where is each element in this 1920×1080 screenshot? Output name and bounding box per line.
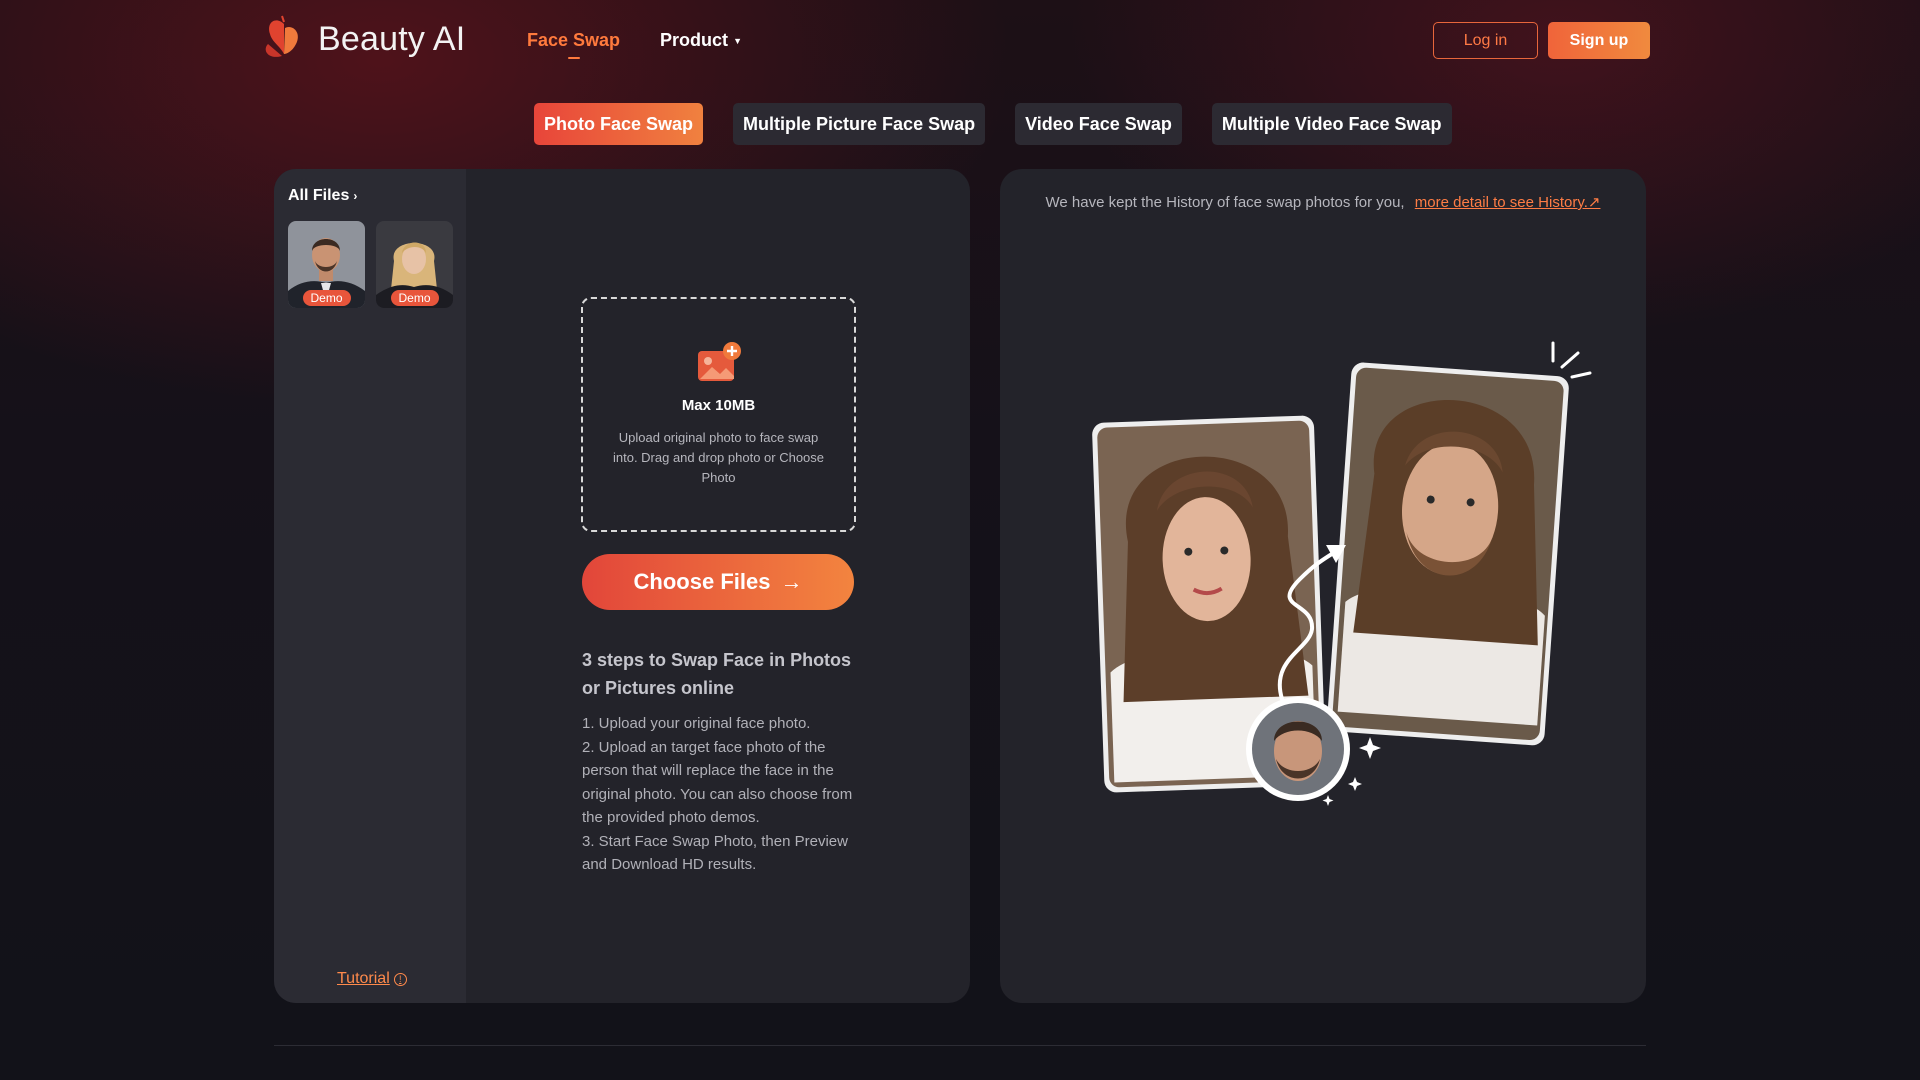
mode-tabs: Photo Face Swap Multiple Picture Face Sw… [534,103,1452,145]
upload-description: Upload original photo to face swap into.… [612,430,825,485]
nav-product[interactable]: Product ▼ [660,30,742,51]
step-item: 3. Start Face Swap Photo, then Preview a… [582,832,848,874]
butterfly-logo-icon [265,15,298,57]
all-files-link[interactable]: All Files › [288,187,357,205]
chevron-right-icon: › [353,189,358,203]
step-item: 1. Upload your original face photo. [582,715,811,732]
tab-multiple-picture-face-swap[interactable]: Multiple Picture Face Swap [733,103,986,145]
preview-panel: We have kept the History of face swap ph… [1000,169,1646,1003]
demo-thumb-woman[interactable]: Demo [376,221,453,308]
login-button[interactable]: Log in [1433,22,1538,59]
demo-thumbnails: Demo Demo [288,221,453,308]
tab-multiple-video-face-swap[interactable]: Multiple Video Face Swap [1211,103,1452,145]
face-swap-illustration [1092,341,1592,806]
header: Beauty AI Face Swap Product ▼ Log in Sig… [0,0,1920,84]
main-nav: Face Swap Product ▼ [527,30,742,59]
signup-button[interactable]: Sign up [1548,22,1650,59]
upload-panel: All Files › Demo Demo Tutorial ! Max 10M… [274,169,970,1003]
nav-face-swap[interactable]: Face Swap [527,30,621,59]
steps-list: 1. Upload your original face photo. 2. U… [582,712,872,877]
result-photo-card [1327,362,1569,746]
tutorial-label: Tutorial [337,970,390,987]
add-image-icon [697,342,741,381]
brand-name: Beauty AI [318,19,466,58]
upload-dropzone[interactable]: Max 10MB Upload original photo to face s… [581,297,856,532]
info-icon: ! [393,972,407,986]
demo-badge: Demo [390,290,439,306]
tab-video-face-swap[interactable]: Video Face Swap [1015,103,1182,145]
sparkle-lines-icon [1551,341,1592,379]
target-face-circle [1246,697,1350,801]
all-files-label: All Files [288,187,350,204]
choose-files-button[interactable]: Choose Files → [582,554,854,610]
tutorial-link[interactable]: Tutorial ! [337,970,407,988]
history-note: We have kept the History of face swap ph… [1000,193,1646,211]
demo-badge: Demo [302,290,351,306]
brand-logo[interactable]: Beauty AI [258,14,465,64]
nav-face-swap-label: Face Swap [527,30,621,50]
max-size-label: Max 10MB [681,397,756,414]
steps-title: 3 steps to Swap Face in Photos or Pictur… [582,650,852,698]
choose-files-label: Choose Files [633,569,771,594]
step-item: 2. Upload an target face photo of the pe… [582,738,853,827]
tab-photo-face-swap[interactable]: Photo Face Swap [534,103,704,145]
nav-product-label: Product [660,30,729,50]
arrow-right-icon: → [780,569,803,594]
files-sidebar: All Files › Demo Demo Tutorial ! [274,169,466,1003]
demo-thumb-man[interactable]: Demo [288,221,365,308]
caret-down-icon: ▼ [733,35,742,46]
history-note-text: We have kept the History of face swap ph… [1045,194,1405,211]
history-link[interactable]: more detail to see History.↗ [1415,194,1601,211]
footer-divider [274,1045,1646,1046]
